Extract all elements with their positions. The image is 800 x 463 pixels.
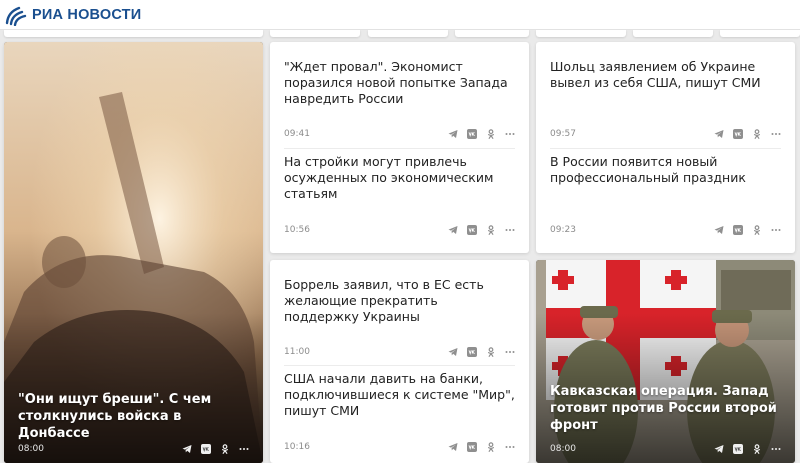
share-buttons [448, 129, 515, 139]
logo-text: РИА НОВОСТИ [32, 7, 142, 23]
more-icon[interactable] [239, 444, 249, 454]
news-time: 09:41 [284, 129, 310, 139]
news-item[interactable]: "Ждет провал". Экономист поразился новой… [284, 42, 515, 147]
previous-card-edge [4, 30, 263, 37]
telegram-icon[interactable] [714, 225, 724, 235]
telegram-icon[interactable] [448, 129, 458, 139]
news-meta: 10:16 [284, 440, 515, 454]
news-meta: 08:00 [550, 442, 781, 456]
news-item[interactable]: В России появится новый профессиональный… [550, 148, 781, 253]
share-buttons [448, 225, 515, 235]
news-list-card: Боррель заявил, что в ЕС есть желающие п… [270, 260, 529, 463]
odnoklassniki-icon[interactable] [752, 225, 762, 235]
news-time: 10:56 [284, 225, 310, 235]
news-time: 08:00 [550, 444, 576, 454]
previous-card-edge [270, 30, 360, 37]
telegram-icon[interactable] [714, 444, 724, 454]
news-item[interactable]: Шольц заявлением об Украине вывел из себ… [550, 42, 781, 147]
more-icon[interactable] [771, 444, 781, 454]
vk-icon[interactable] [467, 129, 477, 139]
previous-card-edge [455, 30, 529, 37]
news-title[interactable]: Боррель заявил, что в ЕС есть желающие п… [284, 277, 515, 325]
odnoklassniki-icon[interactable] [486, 225, 496, 235]
share-buttons [714, 225, 781, 235]
previous-card-edge [720, 30, 800, 37]
share-buttons [448, 442, 515, 452]
vk-icon[interactable] [733, 444, 743, 454]
previous-card-edge [368, 30, 448, 37]
vk-icon[interactable] [467, 225, 477, 235]
news-list-card: "Ждет провал". Экономист поразился новой… [270, 42, 529, 253]
telegram-icon[interactable] [182, 444, 192, 454]
news-title[interactable]: В России появится новый профессиональный… [550, 154, 781, 186]
news-time: 11:00 [284, 347, 310, 357]
previous-card-edge [536, 30, 626, 37]
news-meta: 09:41 [284, 127, 515, 141]
news-item[interactable]: Боррель заявил, что в ЕС есть желающие п… [284, 260, 515, 364]
site-header: РИА НОВОСТИ [0, 0, 800, 30]
telegram-icon[interactable] [448, 347, 458, 357]
odnoklassniki-icon[interactable] [486, 129, 496, 139]
news-card-caucasus[interactable]: Кавказская операция. Запад готовит проти… [536, 260, 795, 463]
news-item[interactable]: На стройки могут привлечь осужденных по … [284, 148, 515, 253]
news-meta: 09:57 [550, 127, 781, 141]
telegram-icon[interactable] [448, 225, 458, 235]
more-icon[interactable] [505, 225, 515, 235]
news-title[interactable]: "Они ищут бреши". С чем столкнулись войс… [18, 391, 249, 442]
odnoklassniki-icon[interactable] [752, 129, 762, 139]
telegram-icon[interactable] [714, 129, 724, 139]
odnoklassniki-icon[interactable] [752, 444, 762, 454]
more-icon[interactable] [505, 347, 515, 357]
news-title[interactable]: "Ждет провал". Экономист поразился новой… [284, 59, 515, 107]
news-time: 09:57 [550, 129, 576, 139]
news-meta: 09:23 [550, 223, 781, 237]
vk-icon[interactable] [733, 225, 743, 235]
news-list-card: Шольц заявлением об Украине вывел из себ… [536, 42, 795, 253]
odnoklassniki-icon[interactable] [486, 442, 496, 452]
ria-logo[interactable]: РИА НОВОСТИ [4, 4, 141, 26]
share-buttons [448, 347, 515, 357]
previous-card-edge [633, 30, 713, 37]
news-meta: 10:56 [284, 223, 515, 237]
more-icon[interactable] [505, 442, 515, 452]
vk-icon[interactable] [201, 444, 211, 454]
odnoklassniki-icon[interactable] [486, 347, 496, 357]
vk-icon[interactable] [733, 129, 743, 139]
ria-globe-icon [5, 6, 27, 26]
more-icon[interactable] [505, 129, 515, 139]
telegram-icon[interactable] [448, 442, 458, 452]
news-item[interactable]: США начали давить на банки, подключившие… [284, 365, 515, 463]
news-time: 09:23 [550, 225, 576, 235]
news-time: 10:16 [284, 442, 310, 452]
news-meta: 08:00 [18, 442, 249, 456]
news-title[interactable]: Шольц заявлением об Украине вывел из себ… [550, 59, 781, 91]
news-title[interactable]: США начали давить на банки, подключившие… [284, 371, 515, 419]
more-icon[interactable] [771, 129, 781, 139]
odnoklassniki-icon[interactable] [220, 444, 230, 454]
more-icon[interactable] [771, 225, 781, 235]
news-title[interactable]: На стройки могут привлечь осужденных по … [284, 154, 515, 202]
share-buttons [714, 444, 781, 454]
share-buttons [714, 129, 781, 139]
news-time: 08:00 [18, 444, 44, 454]
vk-icon[interactable] [467, 442, 477, 452]
news-meta: 11:00 [284, 345, 515, 359]
news-title[interactable]: Кавказская операция. Запад готовит проти… [550, 383, 781, 434]
news-card-donbass[interactable]: "Они ищут бреши". С чем столкнулись войс… [4, 42, 263, 463]
vk-icon[interactable] [467, 347, 477, 357]
share-buttons [182, 444, 249, 454]
